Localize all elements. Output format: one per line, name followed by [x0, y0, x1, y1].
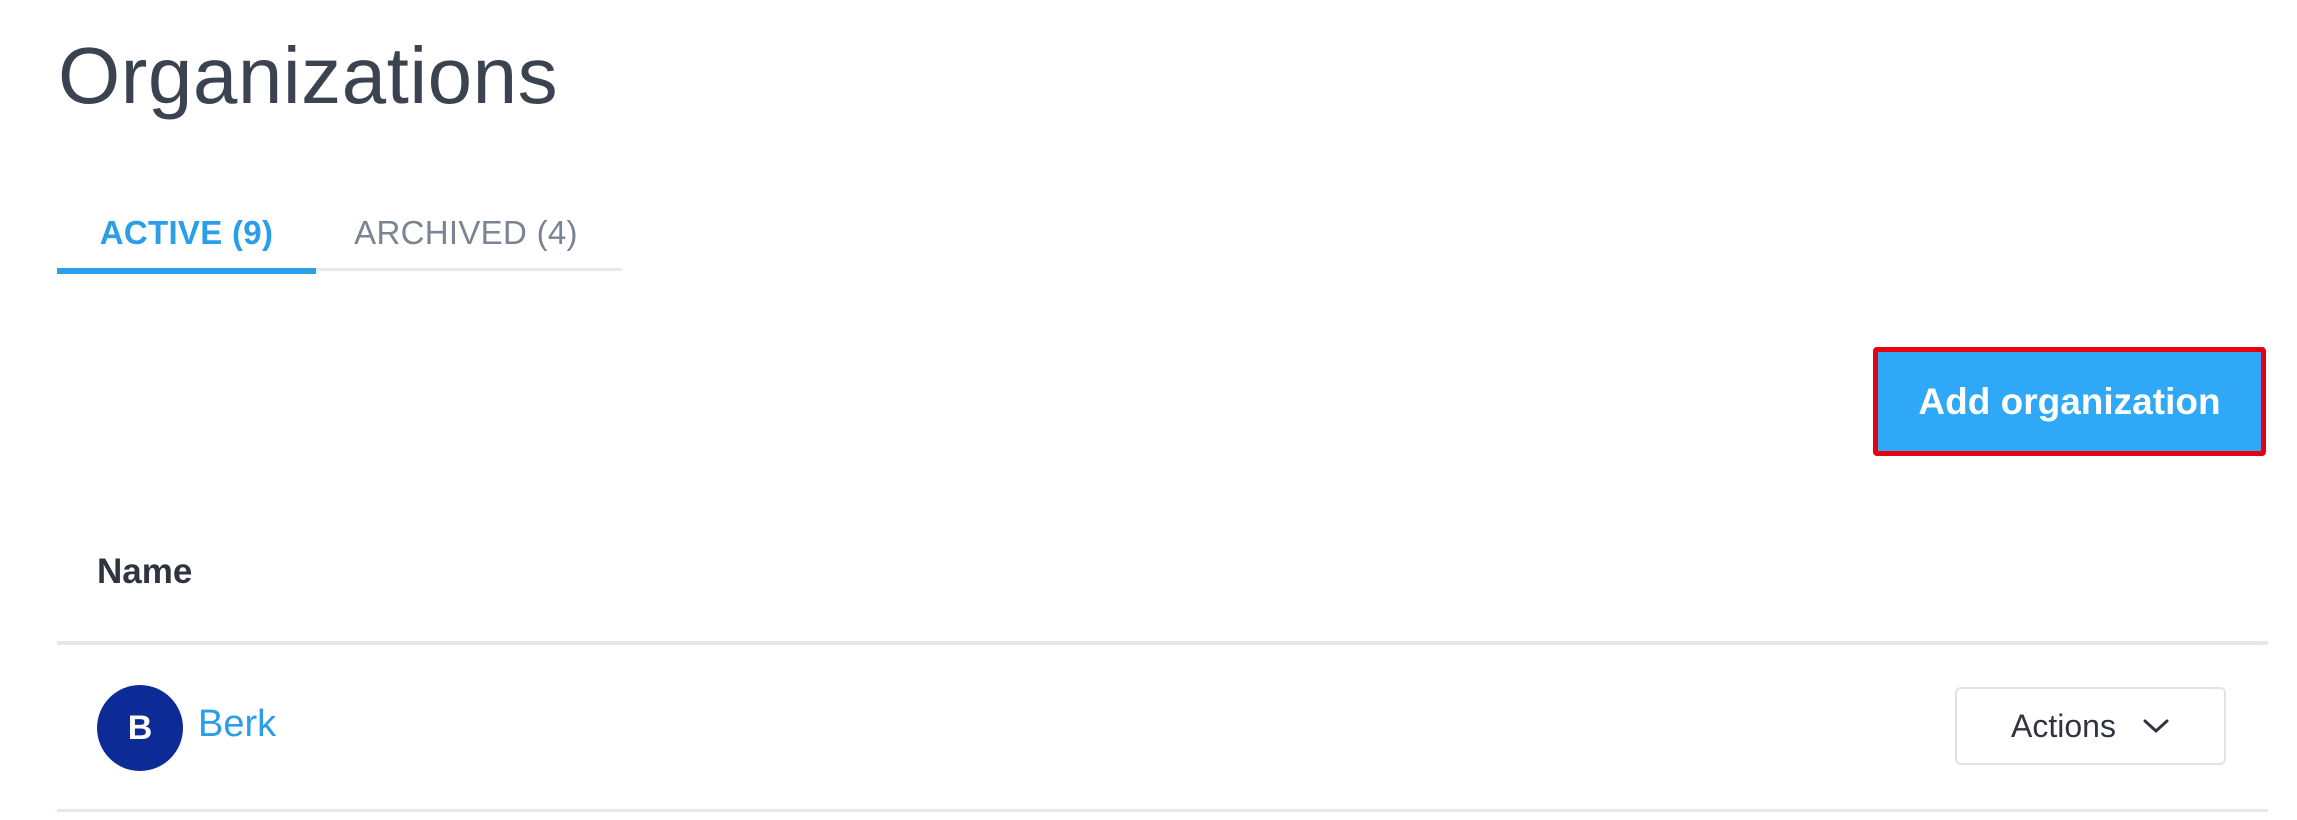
actions-label: Actions [2011, 707, 2116, 744]
add-organization-button[interactable]: Add organization [1873, 347, 2266, 456]
table-row: B Berk Actions [57, 649, 2268, 812]
table-header: Name [57, 530, 2268, 645]
actions-dropdown-button[interactable]: Actions [1955, 687, 2226, 765]
column-header-name[interactable]: Name [97, 552, 192, 592]
avatar: B [97, 685, 183, 771]
tab-active[interactable]: ACTIVE (9) [57, 195, 316, 274]
page-title: Organizations [58, 31, 559, 120]
tab-archived[interactable]: ARCHIVED (4) [316, 195, 616, 271]
chevron-down-icon [2142, 716, 2170, 736]
organization-name-link[interactable]: Berk [198, 703, 276, 746]
tab-bar: ACTIVE (9) ARCHIVED (4) [57, 195, 622, 274]
